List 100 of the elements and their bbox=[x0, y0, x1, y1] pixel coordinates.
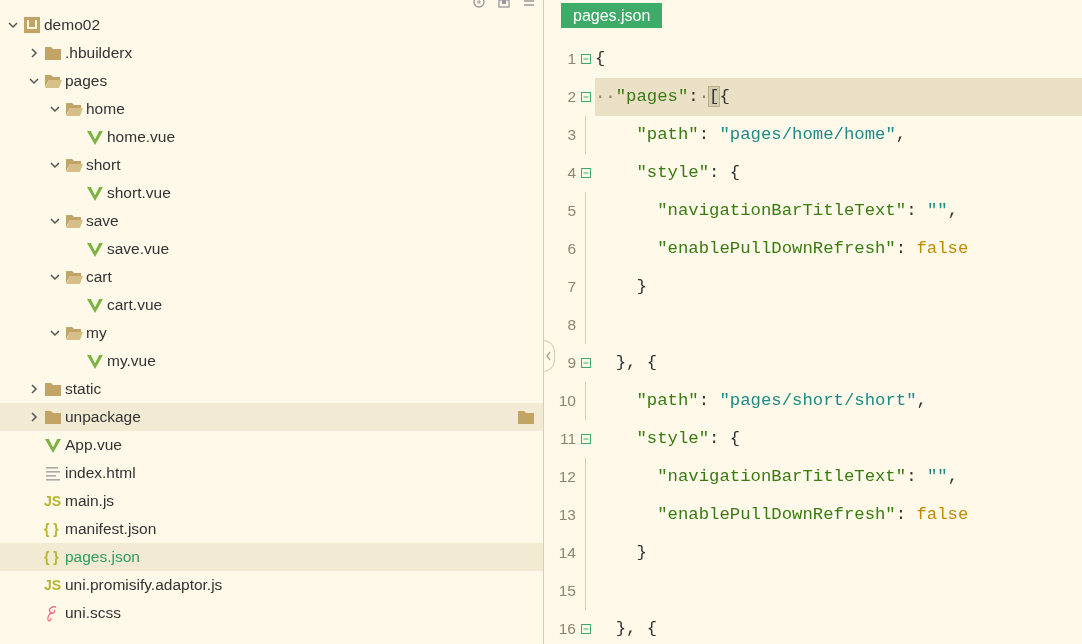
open-folder-icon bbox=[65, 212, 83, 230]
v-icon bbox=[86, 296, 104, 314]
file-name: .hbuilderx bbox=[65, 44, 133, 62]
file-name: uni.scss bbox=[65, 604, 121, 622]
tree-item[interactable]: JS main.js bbox=[0, 487, 543, 515]
folder-icon bbox=[44, 380, 62, 398]
line-number: 1 bbox=[566, 50, 576, 68]
folder-icon bbox=[44, 408, 62, 426]
file-name: home bbox=[86, 100, 125, 118]
open-folder-icon bbox=[65, 100, 83, 118]
code-line: "enablePullDownRefresh": false bbox=[656, 504, 970, 526]
fold-toggle-icon[interactable] bbox=[580, 358, 591, 368]
file-name: pages.json bbox=[65, 548, 140, 566]
file-name: cart.vue bbox=[107, 296, 163, 314]
code-line: "style": { bbox=[635, 162, 742, 184]
v-icon bbox=[86, 184, 104, 202]
tree-item[interactable]: unpackage bbox=[0, 403, 543, 431]
file-name: my.vue bbox=[107, 352, 156, 370]
folder-icon[interactable] bbox=[517, 408, 535, 426]
tree-item[interactable]: cart.vue bbox=[0, 291, 543, 319]
tree-item[interactable]: static bbox=[0, 375, 543, 403]
code-line: "navigationBarTitleText": "", bbox=[656, 466, 959, 488]
file-name: uni.promisify.adaptor.js bbox=[65, 576, 223, 594]
tree-item[interactable]: { } manifest.json bbox=[0, 515, 543, 543]
braces-icon: { } bbox=[44, 549, 59, 565]
line-number: 6 bbox=[566, 240, 576, 258]
code-line: { bbox=[595, 48, 607, 70]
v-icon bbox=[86, 352, 104, 370]
line-number: 13 bbox=[557, 506, 576, 524]
braces-icon: { } bbox=[44, 521, 59, 537]
tree-item[interactable]: save bbox=[0, 207, 543, 235]
tree-item[interactable]: short.vue bbox=[0, 179, 543, 207]
line-number: 10 bbox=[557, 392, 576, 410]
file-name: index.html bbox=[65, 464, 136, 482]
file-name: unpackage bbox=[65, 408, 141, 426]
code-line: }, { bbox=[614, 618, 659, 640]
line-number: 11 bbox=[558, 430, 576, 448]
code-line: }, { bbox=[614, 352, 659, 374]
tree-item[interactable]: index.html bbox=[0, 459, 543, 487]
open-folder-icon bbox=[65, 324, 83, 342]
line-number: 12 bbox=[557, 468, 576, 486]
code-line: "path": "pages/home/home", bbox=[635, 124, 908, 146]
file-name: my bbox=[86, 324, 107, 342]
file-name: save bbox=[86, 212, 119, 230]
fold-toggle-icon[interactable] bbox=[580, 624, 591, 634]
line-number: 14 bbox=[557, 544, 576, 562]
file-name: main.js bbox=[65, 492, 115, 510]
tree-item[interactable]: short bbox=[0, 151, 543, 179]
open-folder-icon bbox=[65, 268, 83, 286]
code-line: } bbox=[635, 542, 648, 564]
tree-item[interactable]: home.vue bbox=[0, 123, 543, 151]
file-name: cart bbox=[86, 268, 112, 286]
file-name: manifest.json bbox=[65, 520, 157, 538]
collapse-handle[interactable] bbox=[544, 340, 555, 372]
file-name: short.vue bbox=[107, 184, 171, 202]
tree-item[interactable]: cart bbox=[0, 263, 543, 291]
tree-item[interactable]: save.vue bbox=[0, 235, 543, 263]
code-line: "enablePullDownRefresh": false bbox=[656, 238, 970, 260]
line-number: 7 bbox=[566, 278, 576, 296]
tree-item[interactable]: pages bbox=[0, 67, 543, 95]
js-icon: JS bbox=[44, 493, 62, 509]
tree-item[interactable]: my bbox=[0, 319, 543, 347]
tree-item[interactable]: uni.scss bbox=[0, 599, 543, 627]
line-number: 9 bbox=[566, 354, 576, 372]
fold-toggle-icon[interactable] bbox=[580, 92, 591, 102]
open-folder-icon bbox=[44, 72, 62, 90]
fold-toggle-icon[interactable] bbox=[580, 54, 591, 64]
line-number: 3 bbox=[566, 126, 576, 144]
code-line: "navigationBarTitleText": "", bbox=[656, 200, 959, 222]
open-folder-icon bbox=[65, 156, 83, 174]
v-icon bbox=[86, 128, 104, 146]
folder-icon bbox=[44, 44, 62, 62]
tree-item[interactable]: home bbox=[0, 95, 543, 123]
fold-toggle-icon[interactable] bbox=[580, 434, 591, 444]
code-line: "style": { bbox=[635, 428, 742, 450]
menu-icon[interactable] bbox=[523, 0, 535, 8]
tree-item[interactable]: demo02 bbox=[0, 11, 543, 39]
tree-item[interactable]: App.vue bbox=[0, 431, 543, 459]
v-icon bbox=[44, 436, 62, 454]
file-name: demo02 bbox=[44, 16, 100, 34]
file-name: pages bbox=[65, 72, 108, 90]
tree-item[interactable]: JS uni.promisify.adaptor.js bbox=[0, 571, 543, 599]
v-icon bbox=[86, 240, 104, 258]
tree-item[interactable]: .hbuilderx bbox=[0, 39, 543, 67]
square-icon bbox=[23, 16, 41, 34]
file-name: static bbox=[65, 380, 102, 398]
file-name: short bbox=[86, 156, 121, 174]
line-number: 16 bbox=[557, 620, 576, 638]
tree-item[interactable]: my.vue bbox=[0, 347, 543, 375]
file-name: App.vue bbox=[65, 436, 122, 454]
add-icon[interactable] bbox=[473, 0, 485, 8]
save-icon[interactable] bbox=[498, 0, 510, 8]
code-line: "path": "pages/short/short", bbox=[635, 390, 928, 412]
line-number: 8 bbox=[566, 316, 576, 334]
line-number: 2 bbox=[566, 88, 576, 106]
code-line: } bbox=[635, 276, 648, 298]
file-name: save.vue bbox=[107, 240, 170, 258]
fold-toggle-icon[interactable] bbox=[580, 168, 591, 178]
chevron-left-icon bbox=[545, 351, 552, 361]
file-name: home.vue bbox=[107, 128, 176, 146]
